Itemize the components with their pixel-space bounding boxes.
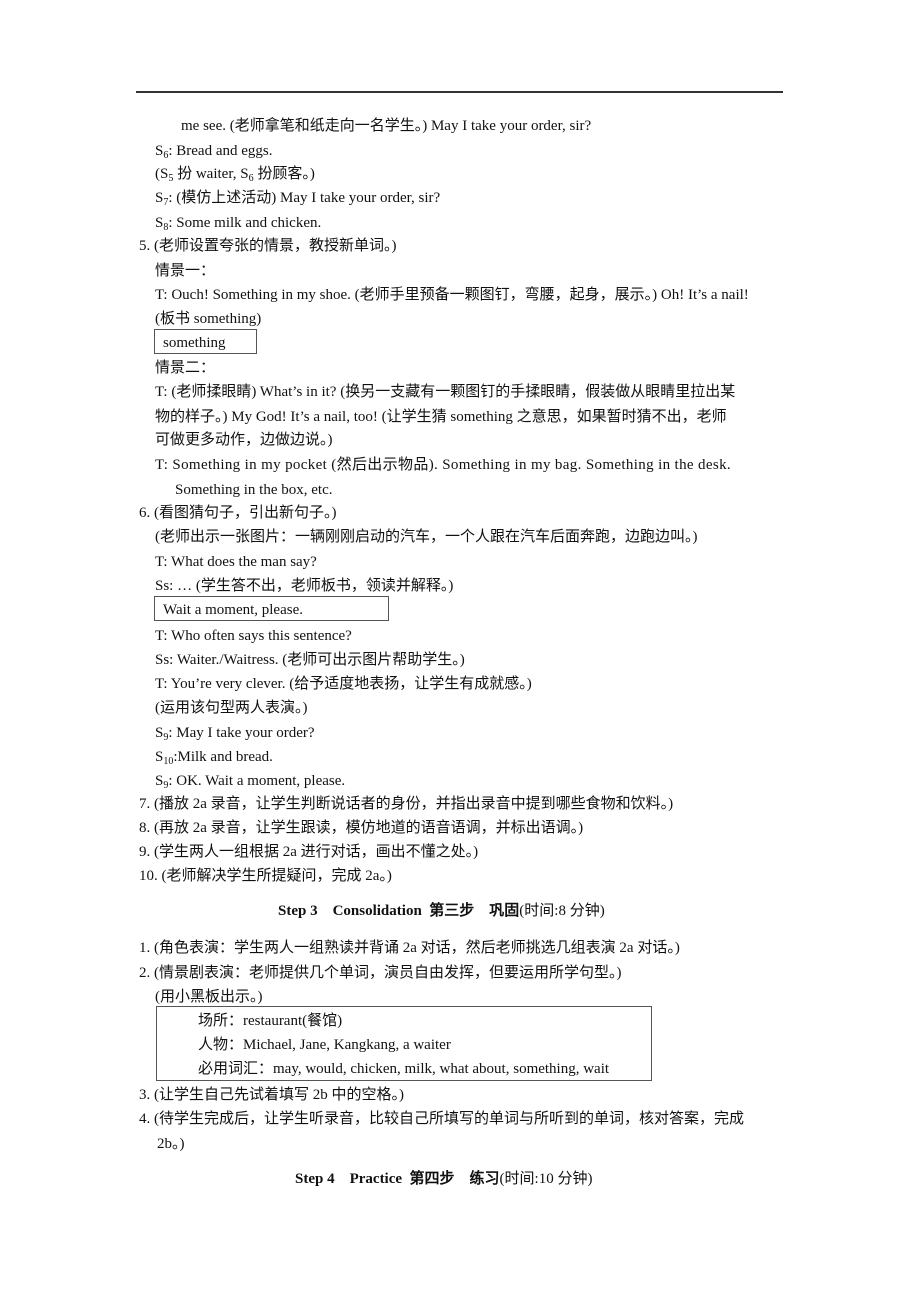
text-span: (S <box>155 166 169 182</box>
box-place: 场所：restaurant(餐馆) <box>198 1013 343 1029</box>
dialogue-line: S7: (模仿上述活动) May I take your order, sir? <box>155 188 440 213</box>
heading-time: (时间:10 分钟) <box>499 1171 593 1187</box>
blackboard-box-wait: Wait a moment, please. <box>154 596 389 621</box>
header-rule <box>136 91 783 93</box>
scene-label: 情景一： <box>155 263 216 279</box>
stage-direction: (S5 扮 waiter, S6 扮顾客。) <box>155 164 315 189</box>
dialogue-line: S9: May I take your order? <box>155 723 315 748</box>
text-line: Something in the box, etc. <box>175 482 333 498</box>
dialogue-text: :Milk and bread. <box>173 749 273 765</box>
list-item-8: 8. (再放 2a 录音，让学生跟读，模仿地道的语音语调，并标出语调。) <box>139 820 584 836</box>
scene-label: 情景二： <box>155 360 216 376</box>
text-line: (运用该句型两人表演。) <box>155 700 308 716</box>
text-line: Ss: Waiter./Waitress. (老师可出示图片帮助学生。) <box>155 652 465 668</box>
box-text: something <box>163 335 226 351</box>
list-item-3: 3. (让学生自己先试着填写 2b 中的空格。) <box>139 1087 404 1103</box>
section-heading-step4: Step 4 Practice 第四步 练习(时间:10 分钟) <box>295 1169 592 1189</box>
heading-title: Step 4 Practice 第四步 练习 <box>295 1171 500 1187</box>
blackboard-box-something: something <box>154 329 257 354</box>
text-line: 2b。) <box>157 1136 185 1152</box>
text-line: (板书 something) <box>155 311 262 327</box>
box-text: Wait a moment, please. <box>163 602 303 618</box>
text-line: T: What does the man say? <box>155 554 317 570</box>
text-line: T: You’re very clever. (给予适度地表扬，让学生有成就感。… <box>155 676 532 692</box>
section-heading-step3: Step 3 Consolidation 第三步 巩固(时间:8 分钟) <box>278 901 605 921</box>
dialogue-text: : (模仿上述活动) May I take your order, sir? <box>168 190 441 206</box>
list-item-10: 10. (老师解决学生所提疑问，完成 2a。) <box>139 868 392 884</box>
list-item-2: 2. (情景剧表演：老师提供几个单词，演员自由发挥，但要运用所学句型。) <box>139 965 622 981</box>
dialogue-line: S9: OK. Wait a moment, please. <box>155 771 345 796</box>
list-item-1: 1. (角色表演：学生两人一组熟读并背诵 2a 对话，然后老师挑选几组表演 2a… <box>139 940 680 956</box>
list-item-5: 5. (老师设置夸张的情景，教授新单词。) <box>139 238 397 254</box>
dialogue-line: S10:Milk and bread. <box>155 747 273 772</box>
speaker-subscript: 10 <box>163 756 174 767</box>
dialogue-text: : OK. Wait a moment, please. <box>168 773 346 789</box>
box-vocab: 必用词汇：may, would, chicken, milk, what abo… <box>198 1061 610 1077</box>
blackboard-box-scene: 场所：restaurant(餐馆) 人物：Michael, Jane, Kang… <box>156 1006 652 1081</box>
dialogue-line: S8: Some milk and chicken. <box>155 213 321 238</box>
dialogue-text: : May I take your order? <box>168 725 315 741</box>
dialogue-text: : Bread and eggs. <box>168 143 273 159</box>
list-item-4: 4. (待学生完成后，让学生听录音，比较自己所填写的单词与所听到的单词，核对答案… <box>139 1111 744 1127</box>
text-line: T: Who often says this sentence? <box>155 628 352 644</box>
text-line: 物的样子。) My God! It’s a nail, too! (让学生猜 s… <box>155 409 727 425</box>
dialogue-text: : Some milk and chicken. <box>168 215 322 231</box>
text-line: (用小黑板出示。) <box>155 989 263 1005</box>
text-line: T: Something in my pocket (然后出示物品). Some… <box>155 457 732 473</box>
text-line: (老师出示一张图片：一辆刚刚启动的汽车，一个人跟在汽车后面奔跑，边跑边叫。) <box>155 529 698 545</box>
dialogue-line: S6: Bread and eggs. <box>155 141 272 166</box>
box-people: 人物：Michael, Jane, Kangkang, a waiter <box>198 1037 451 1053</box>
heading-title: Step 3 Consolidation 第三步 巩固 <box>278 903 520 919</box>
heading-time: (时间:8 分钟) <box>519 903 605 919</box>
list-item-6: 6. (看图猜句子，引出新句子。) <box>139 505 337 521</box>
text-line: T: Ouch! Something in my shoe. (老师手里预备一颗… <box>155 287 749 303</box>
text-span: 扮顾客。) <box>253 166 315 182</box>
list-item-7: 7. (播放 2a 录音，让学生判断说话者的身份，并指出录音中提到哪些食物和饮料… <box>139 796 674 812</box>
text-span: 扮 waiter, S <box>173 166 249 182</box>
list-item-9: 9. (学生两人一组根据 2a 进行对话，画出不懂之处。) <box>139 844 479 860</box>
text-line: me see. (老师拿笔和纸走向一名学生。) May I take your … <box>181 118 592 134</box>
text-line: Ss: … (学生答不出，老师板书，领读并解释。) <box>155 578 454 594</box>
text-line: 可做更多动作，边做边说。) <box>155 432 333 448</box>
text-line: T: (老师揉眼睛) What’s in it? (换另一支藏有一颗图钉的手揉眼… <box>155 384 736 400</box>
